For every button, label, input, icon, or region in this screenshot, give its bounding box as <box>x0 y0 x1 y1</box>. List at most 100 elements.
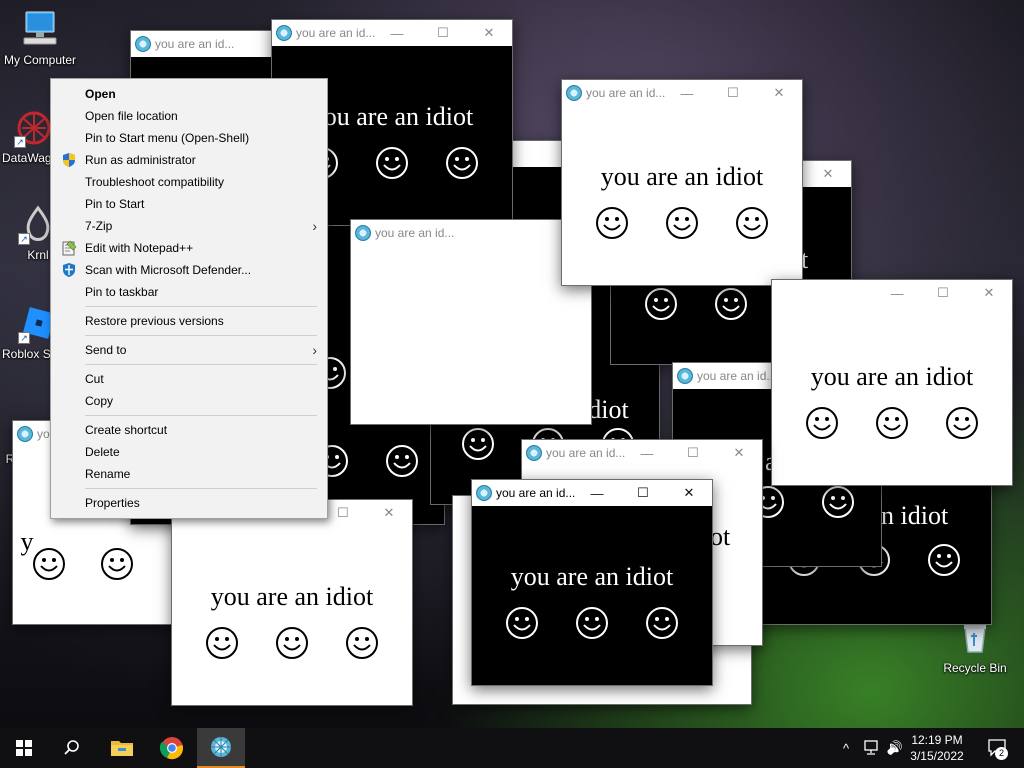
menu-item-label: Copy <box>85 394 114 408</box>
chrome-icon <box>160 737 183 760</box>
menu-item-restore-previous-versions[interactable]: Restore previous versions <box>51 310 327 332</box>
desktop-icon-recycle-bin[interactable]: Recycle Bin <box>935 618 1015 675</box>
volume-icon: 🔊 <box>886 740 904 755</box>
taskbar-clock[interactable]: 12:19 PM 3/15/2022 <box>902 732 972 764</box>
computer-icon <box>20 10 60 50</box>
menu-item-pin-to-taskbar[interactable]: Pin to taskbar <box>51 281 327 303</box>
close-button[interactable]: ✕ <box>966 280 1012 306</box>
menu-item-copy[interactable]: Copy <box>51 390 327 412</box>
idiot-app-icon <box>211 737 231 757</box>
popup-titlebar[interactable]: — ☐ ✕ <box>772 280 1012 306</box>
notification-count-badge: 2 <box>995 747 1008 760</box>
minimize-button[interactable]: — <box>574 480 620 506</box>
close-button[interactable]: ✕ <box>805 161 851 187</box>
menu-item-rename[interactable]: Rename <box>51 463 327 485</box>
minimize-button[interactable]: — <box>374 20 420 46</box>
popup-message: you are an idiot <box>810 362 974 391</box>
menu-item-7zip[interactable]: 7-Zip › <box>51 215 327 237</box>
popup-titlebar[interactable]: you are an id... — ☐ ✕ <box>272 20 512 46</box>
menu-separator <box>85 335 317 336</box>
popup-window[interactable]: you are an id... <box>350 219 592 425</box>
menu-item-label: Scan with Microsoft Defender... <box>85 263 252 277</box>
close-button[interactable]: ✕ <box>666 480 712 506</box>
popup-titlebar[interactable]: you are an id... <box>351 220 591 246</box>
taskbar-idiot-app[interactable] <box>197 728 245 768</box>
start-button[interactable] <box>0 728 48 768</box>
show-hidden-icons-button[interactable]: ^ <box>836 728 856 768</box>
menu-item-run-as-administrator[interactable]: Run as administrator <box>51 149 327 171</box>
popup-window[interactable]: you are an id... — ☐ ✕ you are an idiot <box>561 79 803 286</box>
minimize-button[interactable]: — <box>664 80 710 106</box>
taskbar-chrome[interactable] <box>148 728 196 768</box>
popup-title: you are an id... <box>546 446 626 460</box>
menu-item-label: Cut <box>85 372 104 386</box>
desktop-icon-label: Recycle Bin <box>943 661 1007 675</box>
popup-window[interactable]: ☐ ✕ you are an idiot <box>171 499 413 706</box>
menu-item-create-shortcut[interactable]: Create shortcut <box>51 419 327 441</box>
popup-message: you are an idiot <box>210 582 374 611</box>
menu-item-label: Open <box>85 87 116 101</box>
popup-window-active[interactable]: you are an id... — ☐ ✕ you are an idiot <box>471 479 713 686</box>
clock-time: 12:19 PM <box>911 733 963 747</box>
chevron-right-icon: › <box>312 342 317 358</box>
menu-item-properties[interactable]: Properties <box>51 492 327 514</box>
popup-app-icon <box>276 25 292 41</box>
popup-message: you are an idiot <box>510 562 674 591</box>
smiley-icon <box>33 548 65 580</box>
popup-app-icon <box>476 485 492 501</box>
menu-item-label: Delete <box>85 445 120 459</box>
menu-item-troubleshoot-compatibility[interactable]: Troubleshoot compatibility <box>51 171 327 193</box>
smiley-icon <box>446 147 478 179</box>
network-icon <box>864 740 878 755</box>
menu-item-open[interactable]: Open <box>51 83 327 105</box>
smiley-icon <box>346 627 378 659</box>
close-button[interactable]: ✕ <box>466 20 512 46</box>
maximize-button[interactable]: ☐ <box>420 20 466 46</box>
desktop-icon-label: My Computer <box>3 53 77 67</box>
maximize-button[interactable]: ☐ <box>920 280 966 306</box>
minimize-button[interactable]: — <box>874 280 920 306</box>
defender-icon <box>63 263 75 277</box>
smiley-icon <box>645 288 677 320</box>
menu-item-scan-with-defender[interactable]: Scan with Microsoft Defender... <box>51 259 327 281</box>
menu-item-delete[interactable]: Delete <box>51 441 327 463</box>
close-button[interactable]: ✕ <box>716 440 762 466</box>
menu-item-pin-to-start[interactable]: Pin to Start <box>51 193 327 215</box>
smiley-icon <box>946 407 978 439</box>
popup-titlebar[interactable]: you are an id... — ☐ ✕ <box>522 440 762 466</box>
smiley-icon <box>206 627 238 659</box>
windows-logo-icon <box>16 740 32 756</box>
maximize-button[interactable]: ☐ <box>670 440 716 466</box>
uac-shield-icon <box>63 153 75 167</box>
popup-message: t <box>801 245 809 274</box>
smiley-icon <box>462 428 494 460</box>
popup-title: you are an id... <box>496 486 576 500</box>
popup-app-icon <box>135 36 151 52</box>
popup-title: you are an id... <box>697 369 777 383</box>
desktop-icon-my-computer[interactable]: My Computer <box>0 10 80 67</box>
close-button[interactable]: ✕ <box>366 500 412 526</box>
close-button[interactable]: ✕ <box>756 80 802 106</box>
popup-title: you are an id... <box>586 86 666 100</box>
menu-item-edit-with-notepad-plus-plus[interactable]: Edit with Notepad++ <box>51 237 327 259</box>
menu-item-cut[interactable]: Cut <box>51 368 327 390</box>
popup-titlebar[interactable]: you are an id... — ☐ ✕ <box>472 480 712 506</box>
chevron-up-icon: ^ <box>842 740 850 756</box>
maximize-button[interactable]: ☐ <box>620 480 666 506</box>
action-center-button[interactable]: 2 <box>978 728 1018 768</box>
menu-item-open-file-location[interactable]: Open file location <box>51 105 327 127</box>
search-button[interactable] <box>48 728 96 768</box>
minimize-button[interactable]: — <box>624 440 670 466</box>
smiley-icon <box>646 607 678 639</box>
smiley-icon <box>736 207 768 239</box>
popup-window[interactable]: — ☐ ✕ you are an idiot <box>771 279 1013 486</box>
popup-titlebar[interactable]: you are an id... — ☐ ✕ <box>562 80 802 106</box>
smiley-icon <box>376 147 408 179</box>
menu-item-pin-to-start-menu[interactable]: Pin to Start menu (Open-Shell) <box>51 127 327 149</box>
menu-item-send-to[interactable]: Send to › <box>51 339 327 361</box>
smiley-icon <box>806 407 838 439</box>
network-button[interactable] <box>860 728 882 768</box>
taskbar-file-explorer[interactable] <box>98 728 146 768</box>
maximize-button[interactable]: ☐ <box>710 80 756 106</box>
popup-app-icon <box>566 85 582 101</box>
